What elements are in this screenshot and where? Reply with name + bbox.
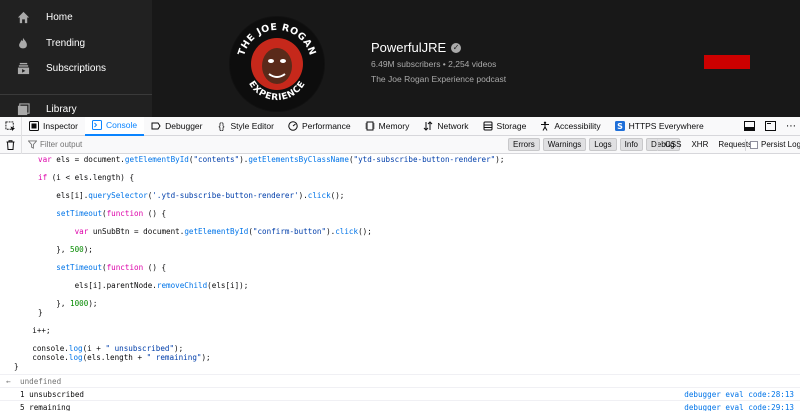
code-line: i++;	[14, 326, 51, 335]
svg-text:S: S	[617, 122, 623, 131]
tab-label: Storage	[496, 121, 527, 131]
devtools-toolbar: Inspector Console Debugger {} Style Edit…	[0, 116, 800, 136]
tab-label: Performance	[301, 121, 351, 131]
subscribe-button[interactable]	[704, 55, 750, 69]
log-message: 5 remaining	[20, 403, 71, 411]
storage-icon	[483, 121, 493, 131]
console-icon	[91, 120, 102, 130]
trash-icon	[6, 139, 15, 150]
code-line: }, 1000);	[38, 299, 98, 308]
filter-icon	[28, 139, 37, 149]
code-line: }, 500);	[38, 245, 93, 254]
filter-info-button[interactable]: Info	[619, 138, 643, 151]
filter-warnings-button[interactable]: Warnings	[542, 138, 587, 151]
performance-icon	[288, 121, 298, 131]
filter-requests-button[interactable]: Requests	[718, 138, 752, 151]
dock-side-icon[interactable]	[744, 120, 755, 133]
inspector-icon	[29, 121, 39, 131]
code-line: els[i].parentNode.removeChild(els[i]);	[38, 281, 249, 290]
code-line: var unSubBtn = document.getElementById("…	[74, 227, 372, 236]
clear-console-button[interactable]	[0, 135, 22, 154]
filter-css-button[interactable]: CSS	[665, 138, 681, 151]
tab-label: Console	[105, 120, 138, 130]
library-icon	[16, 102, 30, 116]
tab-label: Debugger	[165, 121, 203, 131]
sidebar-item-label: Subscriptions	[46, 62, 107, 74]
tab-label: Network	[437, 121, 469, 131]
channel-description: The Joe Rogan Experience podcast	[371, 74, 507, 84]
channel-name[interactable]: PowerfulJRE	[371, 40, 446, 55]
log-level-filters: Errors Warnings Logs Info Debug	[508, 138, 680, 151]
split-console-icon[interactable]	[765, 120, 776, 133]
code-line: setTimeout(function () {	[56, 209, 167, 218]
network-icon	[423, 121, 433, 131]
debugger-icon	[151, 121, 161, 131]
tab-network[interactable]: Network	[416, 117, 475, 136]
code-line: if (i < els.length) {	[38, 173, 135, 182]
sidebar-item-label: Library	[46, 103, 77, 115]
tab-style-editor[interactable]: {} Style Editor	[210, 117, 281, 136]
memory-icon	[365, 121, 375, 131]
network-filters: CSS XHR Requests	[665, 138, 752, 151]
log-source-link[interactable]: debugger eval code:29:13	[684, 401, 794, 411]
tab-https-everywhere[interactable]: S HTTPS Everywhere	[608, 117, 711, 136]
persist-logs-toggle[interactable]: Persist Logs	[750, 138, 800, 151]
tab-inspector[interactable]: Inspector	[22, 117, 85, 136]
code-line: var els = document.getElementById("conte…	[38, 155, 505, 164]
tab-label: Accessibility	[554, 121, 601, 131]
element-picker-button[interactable]	[0, 116, 22, 136]
tab-label: Inspector	[43, 121, 78, 131]
channel-avatar[interactable]: THE JOE ROGAN EXPERIENCE	[229, 16, 325, 112]
filter-output-field	[22, 136, 502, 154]
console-filter-bar: Errors Warnings Logs Info Debug CSS XHR …	[0, 135, 800, 154]
youtube-sidebar: Home Trending Subscriptions Library	[0, 0, 152, 117]
tab-storage[interactable]: Storage	[476, 117, 534, 136]
log-row: 5 remaining debugger eval code:29:13	[0, 400, 800, 411]
persist-logs-label: Persist Logs	[761, 140, 800, 149]
element-picker-icon	[5, 120, 16, 131]
code-line: console.log(els.length + " remaining");	[14, 353, 211, 362]
channel-name-row: PowerfulJRE ✓	[371, 40, 462, 55]
sidebar-divider	[0, 94, 152, 95]
subscriptions-icon	[16, 61, 30, 75]
tab-performance[interactable]: Performance	[281, 117, 358, 136]
code-line: els[i].querySelector('.ytd-subscribe-but…	[38, 191, 345, 200]
tab-debugger[interactable]: Debugger	[144, 117, 209, 136]
code-line: }	[38, 308, 43, 317]
sidebar-item-home[interactable]: Home	[0, 4, 152, 30]
accessibility-icon	[540, 121, 550, 131]
style-editor-icon: {}	[218, 121, 225, 131]
code-line: setTimeout(function () {	[56, 263, 167, 272]
filter-divider	[657, 139, 658, 151]
home-icon	[16, 10, 30, 24]
tab-memory[interactable]: Memory	[358, 117, 417, 136]
persist-logs-checkbox[interactable]	[750, 140, 758, 149]
tab-label: Memory	[378, 121, 410, 131]
tab-accessibility[interactable]: Accessibility	[533, 117, 607, 136]
sidebar-item-trending[interactable]: Trending	[0, 30, 152, 56]
https-everywhere-icon: S	[614, 121, 625, 131]
filter-xhr-button[interactable]: XHR	[691, 138, 708, 151]
sidebar-item-label: Trending	[46, 37, 86, 49]
filter-output-input[interactable]	[22, 136, 502, 153]
console-output: var els = document.getElementById("conte…	[0, 154, 800, 411]
filter-errors-button[interactable]: Errors	[508, 138, 540, 151]
more-options-icon[interactable]: ⋯	[786, 121, 796, 132]
youtube-page: Home Trending Subscriptions Library THE …	[0, 0, 800, 117]
sidebar-item-subscriptions[interactable]: Subscriptions	[0, 55, 152, 81]
channel-stats: 6.49M subscribers • 2,254 videos	[371, 59, 497, 69]
eval-result-row: ← undefined	[0, 374, 800, 387]
flame-icon	[16, 36, 30, 50]
code-line: }	[14, 362, 19, 371]
filter-logs-button[interactable]: Logs	[589, 138, 617, 151]
verified-check-icon: ✓	[451, 42, 462, 53]
tab-console[interactable]: Console	[84, 116, 145, 136]
tab-label: Style Editor	[230, 121, 274, 131]
filter-divider	[745, 139, 746, 151]
sidebar-item-label: Home	[46, 11, 73, 23]
tab-label: HTTPS Everywhere	[628, 121, 704, 131]
devtools-window-controls: ⋯	[744, 117, 800, 136]
log-row: 1 unsubscribed debugger eval code:28:13	[0, 387, 800, 400]
